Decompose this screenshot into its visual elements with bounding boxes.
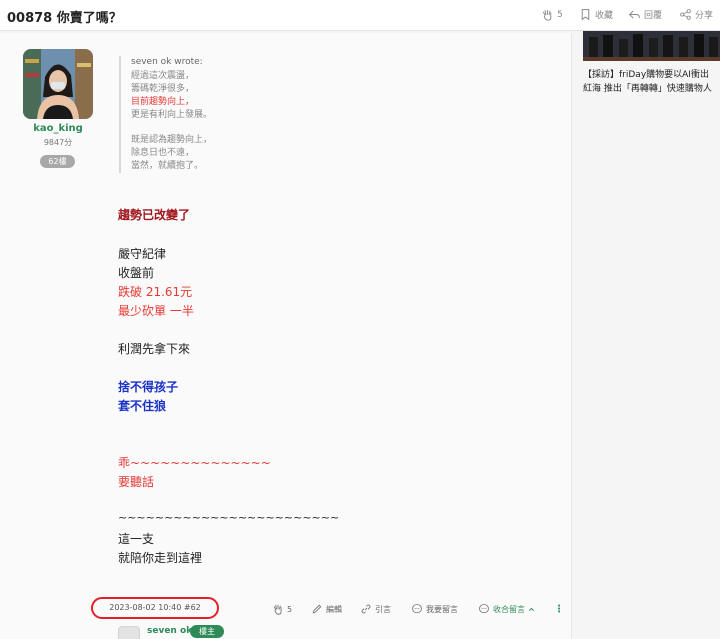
collapse-comments-button[interactable]: 收合留言 [478, 603, 539, 615]
topbar: 00878 你賣了嗎？ 5 收藏 回覆 分享 [0, 0, 720, 31]
reply-author-name[interactable]: seven ok [147, 626, 192, 636]
avatar[interactable] [23, 49, 93, 119]
link-icon [361, 604, 371, 614]
post-line: 捨不得孩子 [118, 380, 179, 394]
quote-line: 籌碼乾淨很多， [131, 84, 195, 94]
share-icon [680, 9, 691, 20]
author-name[interactable]: kao_king [0, 123, 116, 134]
clap-icon [273, 604, 282, 615]
collapse-label: 收合留言 [493, 604, 525, 614]
bookmark-icon [581, 9, 590, 21]
share-label: 分享 [695, 11, 714, 21]
comment-icon [479, 604, 489, 614]
share-button[interactable]: 分享 [679, 8, 713, 21]
post-datetime[interactable]: 2023-08-02 10:40 #62 [91, 597, 219, 619]
comment-button[interactable]: 我要留言 [411, 603, 458, 615]
reply-avatar[interactable] [118, 626, 140, 639]
comment-label: 我要留言 [426, 604, 458, 614]
sidebar-article-line2: 紅海 推出「再轉轉」快速購物人 [583, 84, 712, 94]
post-line: 跌破 21.61元 [118, 285, 193, 299]
clap-icon [542, 9, 552, 21]
post-line: 就陪你走到這裡 [118, 551, 203, 565]
author-score: 9847分 [43, 138, 73, 147]
quote-button[interactable]: 引言 [360, 603, 391, 615]
quote-line: 既是認為趨勢向上， [131, 135, 213, 145]
post-line: 嚴守紀律 [118, 247, 167, 261]
reply-icon [628, 10, 640, 19]
quote-header: seven ok wrote: [131, 57, 203, 67]
like-count: 5 [557, 9, 563, 20]
quote-line: 更是有利向上發展。 [131, 110, 213, 120]
quote-line: 當然，就續抱了。 [131, 161, 204, 171]
quote-line: 經過這次震盪， [131, 71, 195, 81]
post-line: 趨勢已改變了 [118, 208, 191, 222]
edit-button[interactable]: 編輯 [311, 603, 342, 615]
chevron-up-icon [528, 607, 535, 611]
favorite-button[interactable]: 收藏 [579, 8, 613, 21]
comment-icon [412, 604, 422, 614]
pencil-icon [312, 604, 322, 614]
post-line: 要聽話 [118, 475, 155, 489]
op-badge: 樓主 [190, 625, 224, 638]
post-line: 利潤先拿下來 [118, 342, 191, 356]
quote-label: 引言 [375, 604, 391, 614]
thread-title: 00878 你賣了嗎？ [7, 11, 122, 26]
floor-badge: 62樓 [40, 155, 75, 168]
reply-label: 回覆 [644, 11, 663, 21]
post-line: 套不住狼 [118, 399, 167, 413]
post-line: 最少砍單 一半 [118, 304, 194, 318]
reply-button[interactable]: 回覆 [628, 8, 662, 21]
post-like-button[interactable]: 5 [272, 603, 292, 615]
quote-line: 除息日也不遠， [131, 148, 195, 158]
post-like-count: 5 [287, 604, 293, 614]
quote-line: 目前趨勢向上， [131, 97, 195, 107]
sidebar-article-title[interactable]: 【採訪】friDay購物要以AI衝出 紅海 推出「再轉轉」快速購物人 [583, 68, 720, 96]
sidebar-article-line1: 【採訪】friDay購物要以AI衝出 [583, 70, 709, 80]
post-line: 這一支 [118, 532, 155, 546]
post-line: 收盤前 [118, 266, 155, 280]
sidebar-article-image[interactable] [583, 31, 720, 61]
like-button[interactable]: 5 [541, 8, 563, 21]
more-options-icon[interactable]: ⋮ [554, 604, 564, 615]
favorite-label: 收藏 [595, 11, 614, 21]
edit-label: 編輯 [326, 604, 342, 614]
post-line: 乖~~~~~~~~~~~~~~ [118, 456, 271, 470]
post-line: ~~~~~~~~~~~~~~~~~~~~~~~~ [118, 511, 340, 524]
quote-block: seven ok wrote: 經過這次震盪， 籌碼乾淨很多， 目前趨勢向上， … [119, 56, 319, 173]
